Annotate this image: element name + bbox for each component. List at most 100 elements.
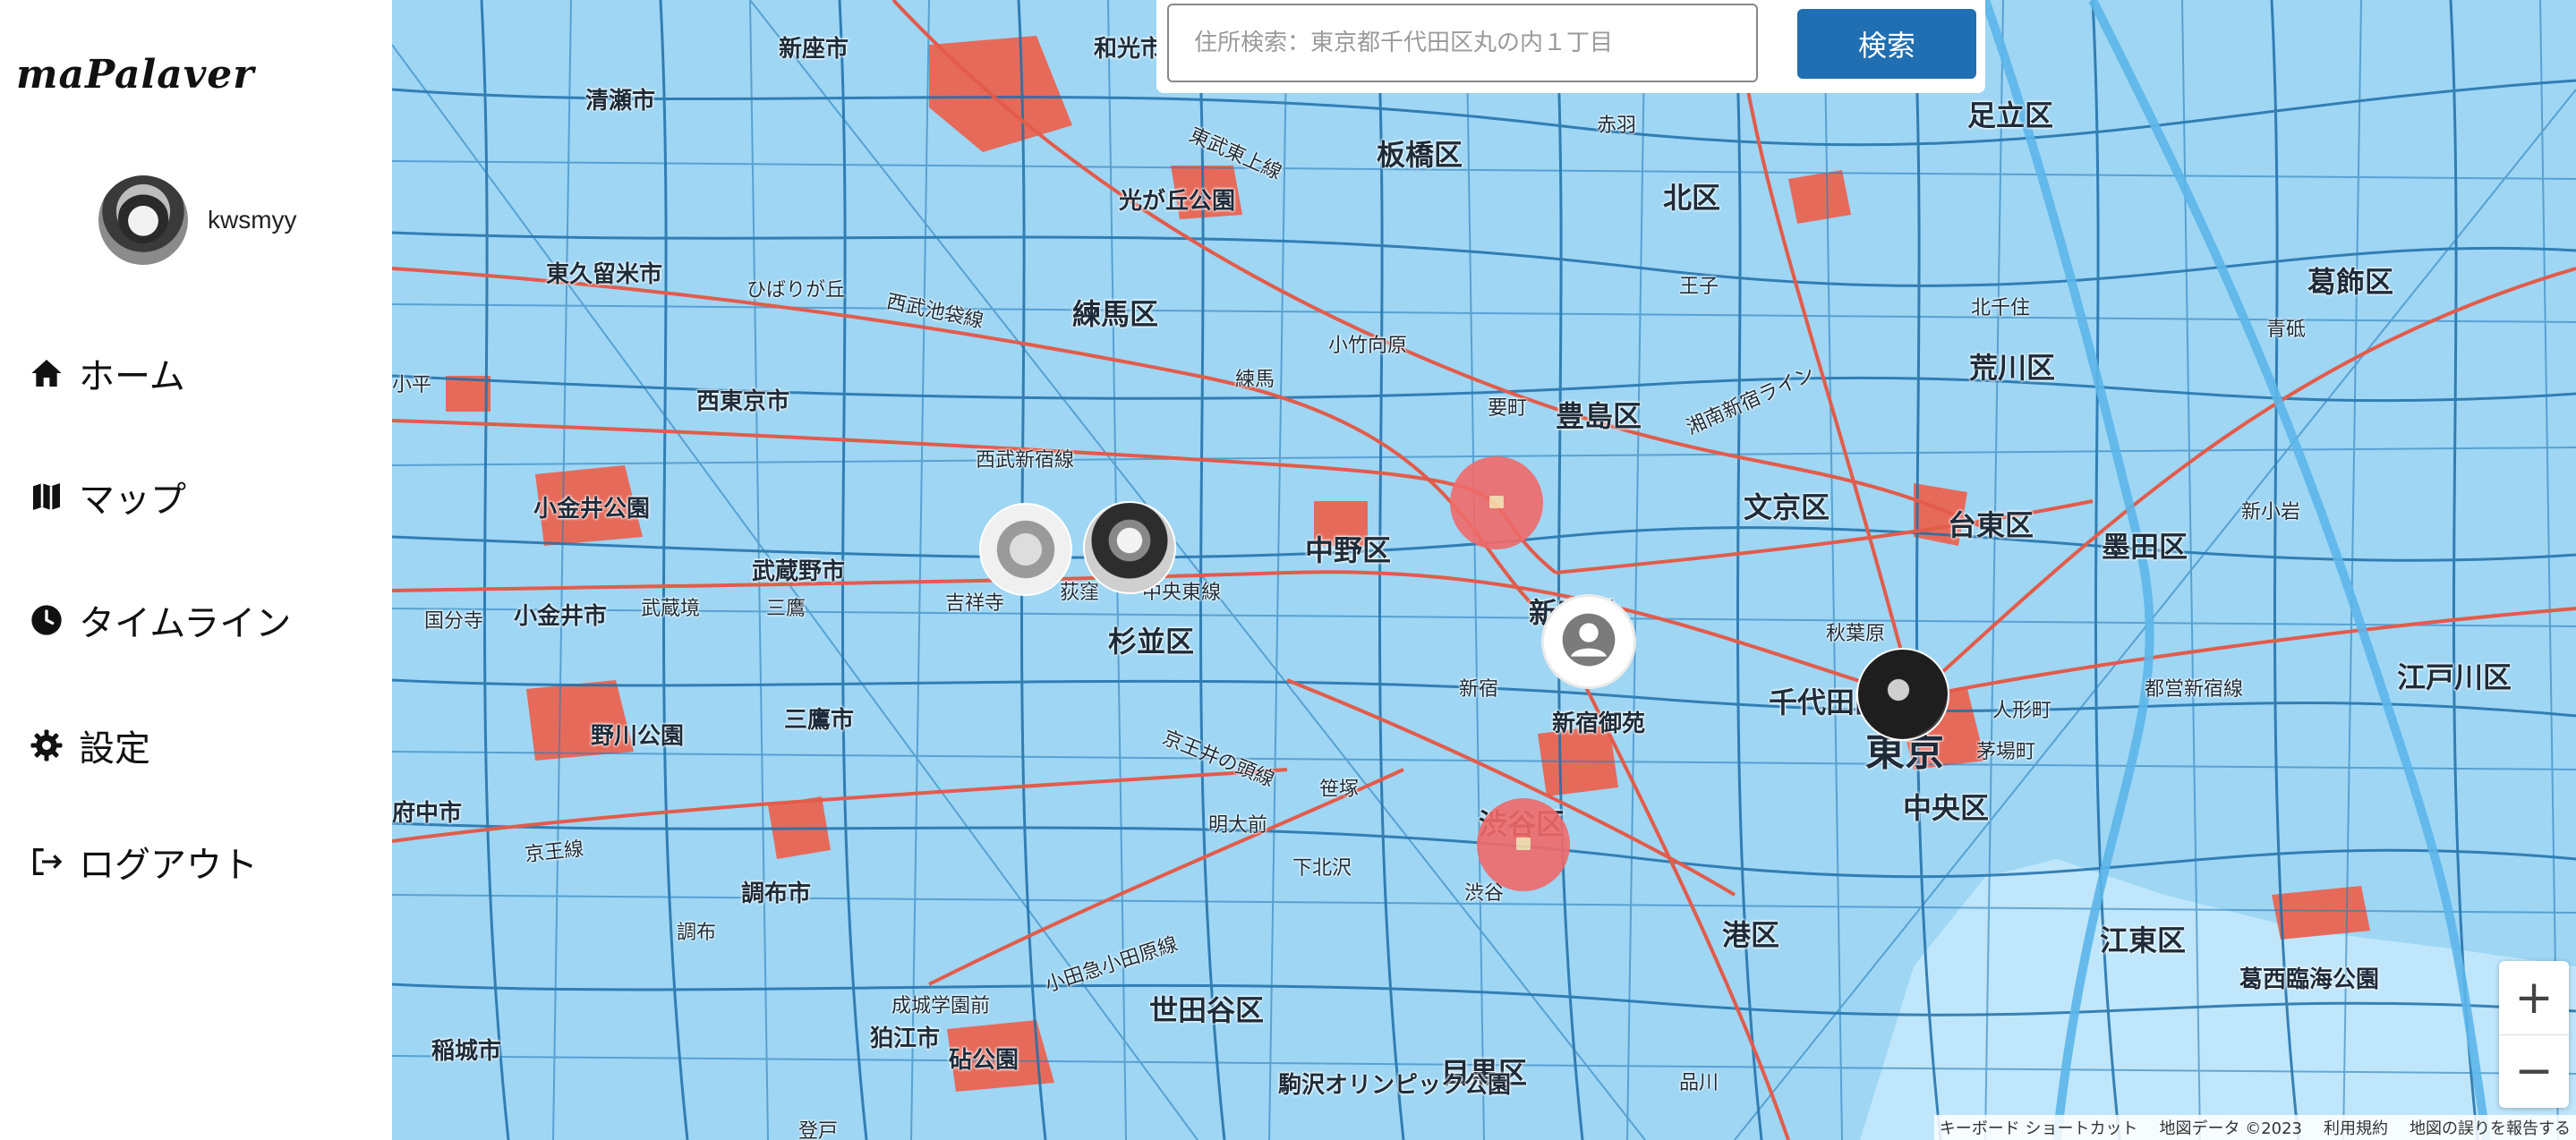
map-icon — [27, 477, 66, 516]
zoom-in-button[interactable]: + — [2499, 961, 2569, 1034]
map-label: 西東京市 — [696, 388, 790, 415]
map-label: 新宿御苑 — [1552, 710, 1646, 737]
map-label: 豊島区 — [1556, 399, 1642, 433]
map-label: 明大前 — [1208, 814, 1268, 837]
logout-icon — [27, 842, 66, 881]
user-photo-marker[interactable] — [1856, 648, 1949, 741]
map-label: 野川公園 — [591, 723, 685, 750]
map-label: 秋葉原 — [1826, 623, 1886, 645]
map-label: 西武新宿線 — [976, 449, 1075, 472]
terms-link[interactable]: 利用規約 — [2324, 1116, 2388, 1139]
map-label: 要町 — [1488, 397, 1528, 420]
map-label: 府中市 — [392, 800, 463, 827]
map-attribution: キーボード ショートカット 地図データ ©2023 利用規約 地図の誤りを報告す… — [1933, 1115, 2576, 1140]
map-label: 文京区 — [1744, 490, 1830, 524]
map-label: 台東区 — [1948, 508, 2034, 542]
map-label: 練馬 — [1235, 369, 1275, 391]
map-label: 駒沢オリンピック公園 — [1278, 1072, 1512, 1099]
map-canvas[interactable]: 新宿区 豊島区 北区 板橋区 練馬区 中野区 杉並区 文京区 台東区 墨田区 荒… — [392, 0, 2576, 1140]
app-logo[interactable]: maPalaver — [16, 52, 254, 98]
user-marker[interactable] — [1541, 594, 1636, 689]
app-root: maPalaver kwsmyy ホーム マップ タイムライン 設定 ログアウト… — [0, 0, 2576, 1140]
map-label: 和光市 — [1094, 36, 1164, 63]
map-label: 武蔵境 — [641, 598, 701, 620]
map-label: 北区 — [1663, 181, 1721, 215]
map-label: 笹塚 — [1319, 778, 1360, 801]
map-label: 武蔵野市 — [752, 558, 846, 585]
search-button[interactable]: 検索 — [1797, 9, 1976, 79]
avatar[interactable] — [98, 175, 188, 265]
zoom-out-button[interactable]: − — [2499, 1034, 2569, 1109]
sidebar-item-settings[interactable]: 設定 — [27, 719, 150, 771]
sidebar-item-label: タイムライン — [79, 603, 292, 644]
report-error-link[interactable]: 地図の誤りを報告する — [2410, 1116, 2571, 1139]
search-panel: 検索 — [1156, 0, 1985, 93]
map-label: 国分寺 — [424, 610, 484, 633]
map-label: 京王線 — [524, 838, 585, 867]
sidebar-item-label: 設定 — [79, 728, 150, 770]
map-label: 足立区 — [1967, 98, 2054, 132]
map-label: 北千住 — [1971, 297, 2031, 319]
sidebar: maPalaver kwsmyy ホーム マップ タイムライン 設定 ログアウト — [0, 0, 392, 1140]
map-label: 下北沢 — [1292, 857, 1352, 880]
map-label: 中央区 — [1903, 791, 1990, 825]
user-icon — [1560, 611, 1617, 672]
map-label: 小平 — [392, 374, 432, 396]
map-label: 江戸川区 — [2397, 660, 2512, 694]
map-label: 三鷹 — [766, 598, 806, 620]
sidebar-item-timeline[interactable]: タイムライン — [27, 594, 291, 646]
map-label: 新宿 — [1459, 678, 1499, 701]
map-label: 砧公園 — [949, 1047, 1019, 1074]
map-label: 新小岩 — [2241, 501, 2301, 523]
map-label: 新座市 — [779, 36, 849, 63]
map-label: 品川 — [1679, 1072, 1719, 1094]
map-label: 三鷹市 — [784, 707, 855, 734]
map-label: 墨田区 — [2102, 530, 2188, 564]
post-marker[interactable] — [1477, 798, 1570, 891]
map-label: 茅場町 — [1976, 741, 2036, 763]
user-photo-marker[interactable] — [1083, 501, 1176, 594]
map-label: 港区 — [1722, 918, 1780, 952]
username: kwsmyy — [208, 206, 297, 234]
map-label: 稲城市 — [431, 1038, 502, 1065]
map-label: 青砥 — [2266, 319, 2307, 341]
map-label: 王子 — [1679, 276, 1719, 298]
zoom-control: + − — [2499, 961, 2569, 1108]
map-label: 中野区 — [1305, 533, 1392, 567]
map-label: 荒川区 — [1969, 351, 2056, 385]
clock-icon — [27, 600, 66, 640]
map-label: ひばりが丘 — [746, 279, 846, 302]
map-label: 世田谷区 — [1149, 993, 1265, 1027]
search-input[interactable] — [1167, 4, 1758, 82]
map-label: 小金井公園 — [533, 496, 651, 523]
map-label: 人形町 — [1992, 700, 2052, 722]
map-label: 練馬区 — [1072, 297, 1159, 331]
map-label: 葛西臨海公園 — [2239, 966, 2380, 993]
sidebar-item-map[interactable]: マップ — [27, 471, 186, 523]
map-label: 杉並区 — [1108, 625, 1195, 659]
map-label: 調布市 — [741, 881, 812, 907]
map-label: 東久留米市 — [546, 261, 663, 288]
user-profile[interactable]: kwsmyy — [98, 175, 297, 265]
map-label: 小金井市 — [514, 603, 608, 630]
map-label: 狛江市 — [870, 1025, 941, 1052]
map-label: 荻窪 — [1060, 582, 1100, 604]
sidebar-item-logout[interactable]: ログアウト — [27, 836, 258, 888]
post-marker[interactable] — [1450, 456, 1543, 549]
map-label: 葛飾区 — [2307, 265, 2394, 299]
map-label: 成城学園前 — [891, 995, 991, 1017]
user-photo-marker[interactable] — [979, 503, 1072, 596]
sidebar-item-label: ログアウト — [79, 845, 258, 886]
map-label: 赤羽 — [1597, 115, 1637, 137]
map-label: 光が丘公園 — [1119, 188, 1236, 215]
map-label: 登戸 — [798, 1120, 839, 1140]
gear-icon — [27, 726, 66, 765]
home-icon — [27, 353, 66, 393]
map-data-text: 地図データ ©2023 — [2159, 1119, 2302, 1138]
map-label: 小竹向原 — [1328, 335, 1408, 357]
sidebar-item-home[interactable]: ホーム — [27, 347, 185, 399]
keyboard-shortcuts-link[interactable]: キーボード ショートカット — [1940, 1116, 2138, 1139]
map-label: 都営新宿線 — [2145, 678, 2244, 701]
map-label: 調布 — [677, 922, 717, 944]
map-label: 板橋区 — [1377, 138, 1463, 172]
